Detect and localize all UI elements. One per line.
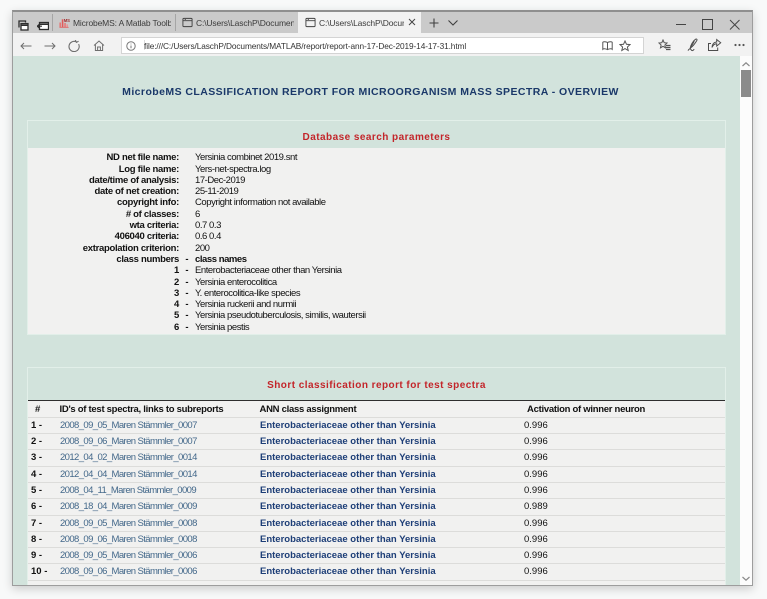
svg-text:MS: MS bbox=[64, 18, 70, 23]
